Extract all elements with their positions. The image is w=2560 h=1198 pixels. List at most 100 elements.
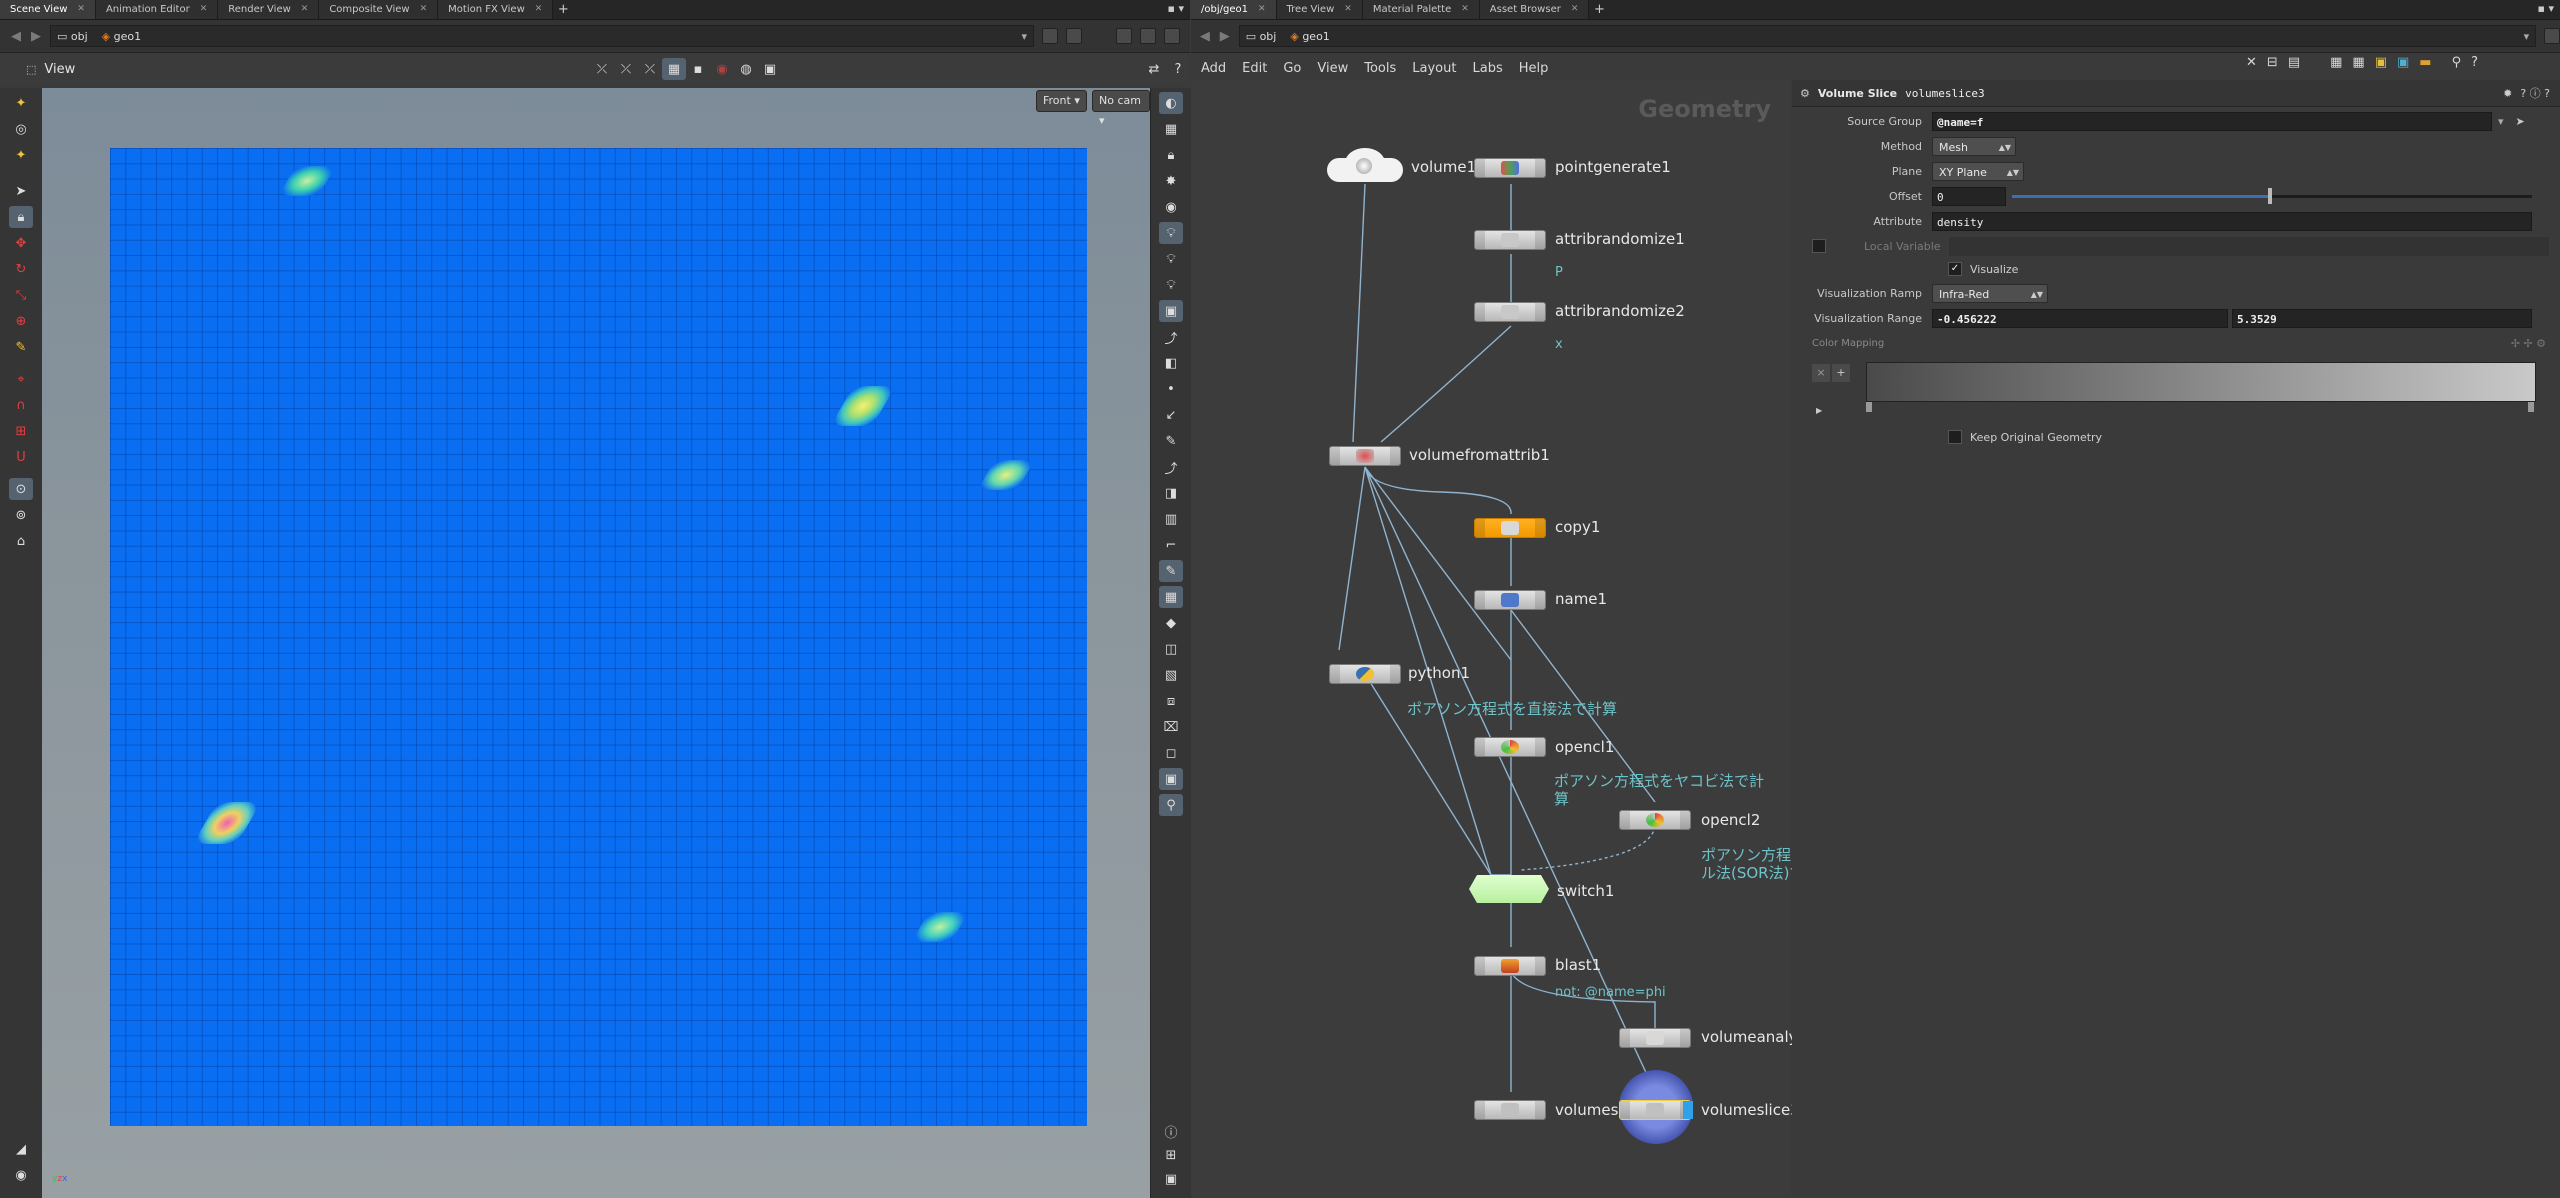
node-pointgenerate1[interactable] bbox=[1474, 158, 1546, 178]
help-icon[interactable]: ? bbox=[2471, 55, 2478, 70]
method-menu[interactable]: Mesh ▲▼ bbox=[1932, 136, 2016, 156]
scene-viewport[interactable]: Front ▾ No cam ▾ yzx bbox=[42, 88, 1150, 1198]
ramp-key-left[interactable] bbox=[1866, 402, 1872, 412]
back-arrow-icon[interactable]: ◀ bbox=[1199, 29, 1211, 44]
wrench-icon[interactable]: ✕ bbox=[2246, 55, 2257, 70]
breadcrumb[interactable]: ▭ obj ◈ geo1 ▾ bbox=[1238, 25, 2537, 47]
node-opencl2[interactable] bbox=[1619, 810, 1691, 830]
stereo-icon[interactable]: ▣ bbox=[1159, 768, 1183, 790]
keep-original-checkbox[interactable] bbox=[1948, 430, 1962, 444]
add-tab-icon[interactable]: + bbox=[1589, 2, 1609, 17]
rotate-tool-icon[interactable]: ↻ bbox=[9, 258, 33, 280]
scale-tool-icon[interactable]: ⤡ bbox=[9, 284, 33, 306]
remove-key-button[interactable]: × bbox=[1812, 364, 1830, 382]
breadcrumb-geo[interactable]: ◈ geo1 bbox=[1290, 30, 1329, 43]
select-tool-icon[interactable]: ➤ bbox=[9, 180, 33, 202]
pin-viewer-icon[interactable]: ⚲ bbox=[1159, 794, 1183, 816]
node-attribrandomize1[interactable] bbox=[1474, 230, 1546, 250]
node-python1[interactable] bbox=[1329, 664, 1401, 684]
tab-tree-view[interactable]: Tree View ✕ bbox=[1276, 0, 1363, 19]
template-icon[interactable]: ◧ bbox=[1159, 352, 1183, 374]
help-icon[interactable]: ? ⓘ ? bbox=[2520, 85, 2550, 101]
magnet-tool-icon[interactable]: ∩ bbox=[9, 394, 33, 416]
tab-composite-view[interactable]: Composite View ✕ bbox=[319, 0, 439, 19]
vis-range-min-field[interactable]: -0.456222 bbox=[1932, 308, 2228, 328]
link-icon[interactable] bbox=[1066, 28, 1082, 44]
pin-icon[interactable] bbox=[2544, 28, 2560, 44]
display-shaded-icon[interactable]: ◉ bbox=[1159, 196, 1183, 218]
vector-display-icon[interactable]: ↙ bbox=[1159, 404, 1183, 426]
tab-asset-browser[interactable]: Asset Browser ✕ bbox=[1479, 0, 1590, 19]
help-icon[interactable]: ? bbox=[1166, 58, 1190, 80]
forward-arrow-icon[interactable]: ▶ bbox=[30, 29, 42, 44]
view-dropdown[interactable]: Front ▾ bbox=[1036, 90, 1087, 112]
maximize-icon[interactable] bbox=[1140, 28, 1156, 44]
close-icon[interactable]: ✕ bbox=[77, 0, 85, 19]
vis-ramp-menu[interactable]: Infra-Red ▲▼ bbox=[1932, 283, 2048, 303]
node-switch1[interactable] bbox=[1469, 875, 1549, 903]
layout-grid-icon[interactable]: ⊞ bbox=[1159, 1144, 1183, 1166]
pose-tool-icon[interactable]: ✦ bbox=[9, 144, 33, 166]
transform-tool-icon[interactable]: ⊕ bbox=[9, 310, 33, 332]
source-group-field[interactable]: @name=f bbox=[1932, 111, 2492, 131]
ghost-display-icon[interactable]: ◆ bbox=[1159, 612, 1183, 634]
frame-display-icon[interactable]: ⌐ bbox=[1159, 534, 1183, 556]
menu-layout[interactable]: Layout bbox=[1404, 61, 1464, 76]
slider-handle[interactable] bbox=[2268, 187, 2272, 204]
select-arrow-icon[interactable]: ➤ bbox=[2516, 115, 2525, 128]
pin-icon[interactable] bbox=[1042, 28, 1058, 44]
grid-icon[interactable]: ▦ bbox=[2330, 55, 2342, 70]
node-opencl1[interactable] bbox=[1474, 737, 1546, 757]
chevron-down-icon[interactable]: ▾ bbox=[1021, 30, 1027, 43]
offset-slider[interactable] bbox=[2012, 187, 2532, 204]
handle-tool-icon[interactable]: ✦ bbox=[9, 92, 33, 114]
tree-icon[interactable]: ⊟ bbox=[2267, 55, 2278, 70]
network-editor[interactable]: Geometry volume1 pointgenerate1 attribra… bbox=[1191, 80, 1805, 1198]
local-variable-checkbox[interactable] bbox=[1812, 239, 1826, 253]
select-edges-icon[interactable]: ⤫ bbox=[638, 58, 662, 80]
menu-tools[interactable]: Tools bbox=[1356, 61, 1404, 76]
pivot-tool-icon[interactable]: ⊙ bbox=[9, 478, 33, 500]
breadcrumb-geo[interactable]: ◈ geo1 bbox=[102, 30, 141, 43]
list-icon[interactable]: ▤ bbox=[2288, 55, 2300, 70]
light-three-icon[interactable]: 💡︎ bbox=[1159, 274, 1183, 296]
breadcrumb-obj[interactable]: ▭ obj bbox=[57, 30, 88, 43]
pane-menu-icon[interactable]: ▪ ▾ bbox=[1168, 2, 1184, 15]
select-points-icon[interactable]: ⤫ bbox=[614, 58, 638, 80]
close-icon[interactable]: ✕ bbox=[420, 0, 428, 19]
chevron-down-icon[interactable]: ▾ bbox=[2498, 115, 2504, 128]
prim-display-icon[interactable]: ◨ bbox=[1159, 482, 1183, 504]
grid-snap-icon[interactable]: ▦ bbox=[662, 58, 686, 80]
move-tool-icon[interactable]: ✥ bbox=[9, 232, 33, 254]
folder-icon[interactable]: ▬ bbox=[2419, 55, 2431, 70]
pen-display-icon[interactable]: ✎ bbox=[1159, 430, 1183, 452]
tab-render-view[interactable]: Render View ✕ bbox=[218, 0, 320, 19]
display-flag-icon[interactable] bbox=[1683, 1101, 1693, 1119]
tab-network-geo1[interactable]: /obj/geo1 ✕ bbox=[1191, 0, 1277, 19]
node-volume1[interactable] bbox=[1327, 148, 1403, 184]
node-volumeslice3[interactable] bbox=[1619, 1100, 1691, 1120]
attribute-field[interactable]: density bbox=[1932, 211, 2532, 231]
node-blast1[interactable] bbox=[1474, 956, 1546, 976]
light-icon[interactable]: 💡︎ bbox=[1159, 222, 1183, 244]
shadow-display-icon[interactable]: ◫ bbox=[1159, 638, 1183, 660]
transform-display-icon[interactable]: ✎ bbox=[1159, 560, 1183, 582]
grid-display-icon[interactable]: ▦ bbox=[1159, 586, 1183, 608]
close-icon[interactable]: ✕ bbox=[1258, 0, 1266, 19]
snap-tool-icon[interactable]: ⌖ bbox=[9, 368, 33, 390]
close-icon[interactable]: ✕ bbox=[535, 0, 543, 19]
output-icon[interactable]: ▣ bbox=[1159, 1168, 1183, 1190]
visualize-checkbox[interactable]: ✓ bbox=[1948, 262, 1962, 276]
plane-menu[interactable]: XY Plane ▲▼ bbox=[1932, 161, 2024, 181]
orient-tool-icon[interactable]: ⊚ bbox=[9, 504, 33, 526]
offset-field[interactable]: 0 bbox=[1932, 186, 2006, 206]
color-ramp[interactable] bbox=[1866, 362, 2536, 402]
node-name-field[interactable]: volumeslice3 bbox=[1905, 87, 1984, 100]
chevron-down-icon[interactable]: ▾ bbox=[2524, 30, 2530, 43]
bbox-icon[interactable]: ▪ bbox=[686, 58, 710, 80]
display-wire-icon[interactable]: ▦ bbox=[1159, 118, 1183, 140]
layout-icon[interactable] bbox=[1116, 28, 1132, 44]
node-name1[interactable] bbox=[1474, 590, 1546, 610]
node-copy1[interactable] bbox=[1474, 518, 1546, 538]
search-icon[interactable]: ⚲ bbox=[2452, 55, 2462, 70]
